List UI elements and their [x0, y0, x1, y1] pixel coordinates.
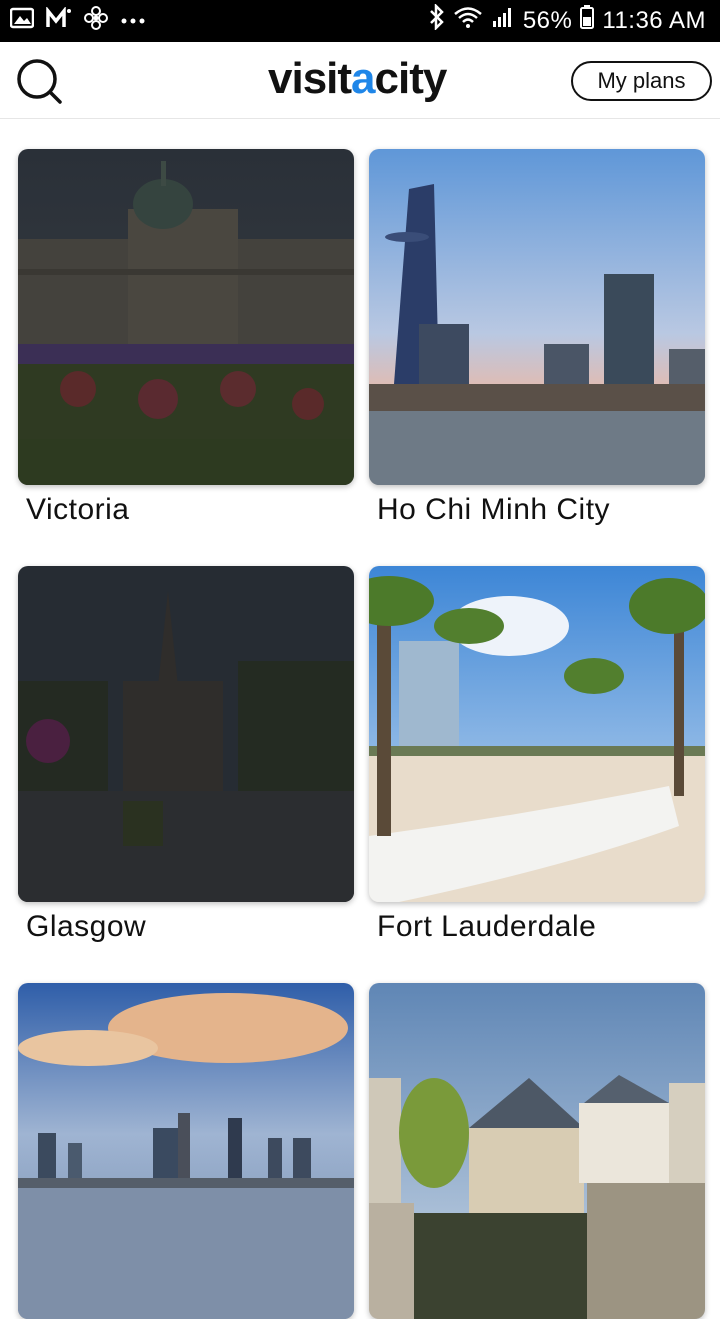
signal-icon: [491, 5, 515, 36]
status-bar-left: [9, 6, 146, 35]
wifi-icon: [453, 5, 483, 36]
city-image-victoria: [18, 149, 354, 485]
city-name: Ho Chi Minh City: [377, 493, 611, 526]
gmail-icon: [46, 6, 72, 34]
my-plans-button[interactable]: My plans: [571, 61, 712, 101]
logo-text-prefix: visit: [268, 54, 352, 103]
fan-icon: [84, 6, 108, 35]
status-bar-right: 56% 11:36 AM: [429, 2, 706, 37]
gallery-icon: [9, 7, 35, 34]
more-icon: [120, 12, 146, 30]
city-image: [369, 983, 705, 1319]
battery-percent: 56%: [522, 6, 573, 34]
app-header: visitacity My plans: [0, 42, 720, 119]
logo-text-accent: a: [351, 54, 376, 103]
app-logo[interactable]: visitacity: [268, 54, 448, 104]
status-bar: 56% 11:36 AM: [0, 0, 720, 42]
battery-icon: [580, 5, 595, 36]
logo-text-suffix: city: [374, 54, 448, 103]
city-name: Fort Lauderdale: [377, 910, 597, 943]
city-image-fort-lauderdale: [369, 566, 705, 902]
city-image-glasgow: [18, 566, 354, 902]
city-name: Victoria: [26, 493, 130, 526]
city-image-ho-chi-minh-city: [369, 149, 705, 485]
city-image: [18, 983, 354, 1319]
clock: 11:36 AM: [602, 6, 706, 34]
search-icon: [17, 59, 62, 104]
bluetooth-icon: [429, 2, 445, 37]
city-name: Glasgow: [26, 910, 147, 943]
search-button[interactable]: [14, 56, 64, 106]
